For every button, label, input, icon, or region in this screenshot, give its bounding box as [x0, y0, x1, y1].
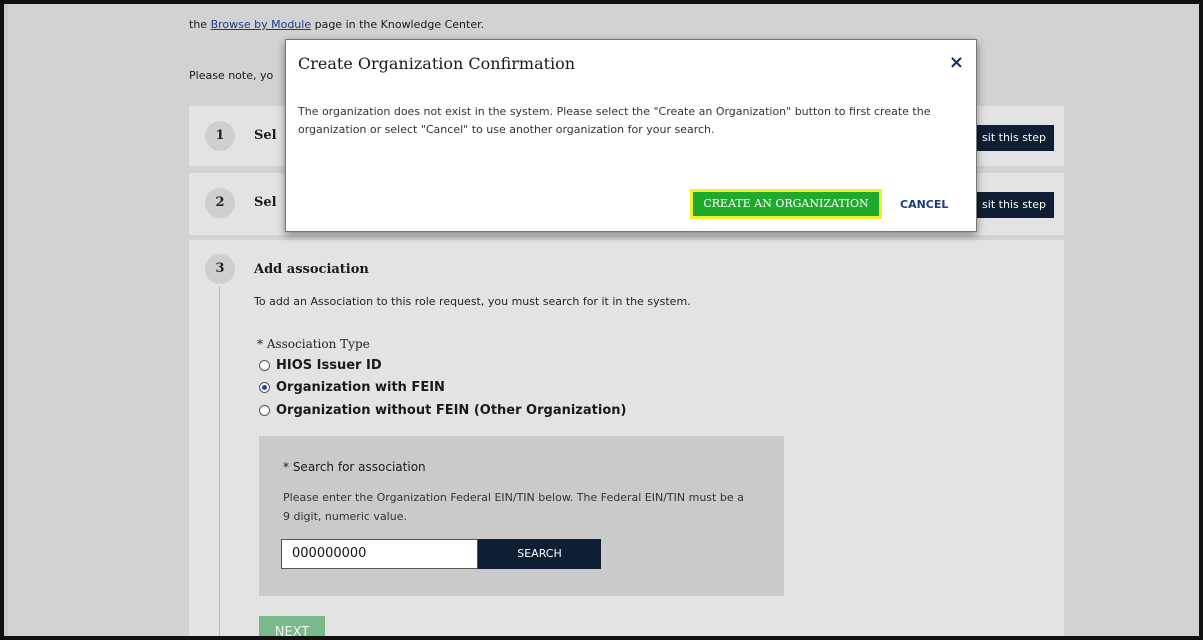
- intro-suffix: page in the Knowledge Center.: [311, 18, 485, 31]
- step-1-title: Sel: [254, 128, 277, 143]
- browse-by-module-link[interactable]: Browse by Module: [211, 18, 312, 31]
- search-association-box: * Search for association Please enter th…: [259, 436, 784, 596]
- step-1-number: 1: [205, 121, 235, 151]
- radio-label: Organization without FEIN (Other Organiz…: [276, 402, 627, 418]
- step-3-title: Add association: [254, 262, 369, 277]
- intro-text-line1: the Browse by Module page in the Knowled…: [189, 18, 484, 31]
- radio-hios-issuer-id[interactable]: HIOS Issuer ID: [259, 356, 382, 374]
- radio-button[interactable]: [259, 404, 270, 416]
- screenshot-frame: the Browse by Module page in the Knowled…: [0, 0, 1203, 640]
- modal-title: Create Organization Confirmation: [298, 54, 576, 73]
- create-organization-label: CREATE AN ORGANIZATION: [693, 192, 879, 216]
- intro-text-line2: Please note, yo: [189, 69, 274, 82]
- create-organization-modal: Create Organization Confirmation × The o…: [285, 39, 977, 232]
- create-organization-button[interactable]: CREATE AN ORGANIZATION: [690, 189, 882, 219]
- ein-search-input[interactable]: 000000000: [281, 539, 478, 569]
- radio-button-selected[interactable]: [259, 381, 270, 393]
- radio-button[interactable]: [259, 359, 270, 371]
- association-description: To add an Association to this role reque…: [254, 295, 691, 308]
- step-2-title: Sel: [254, 195, 277, 210]
- close-icon[interactable]: ×: [949, 52, 964, 73]
- radio-label: Organization with FEIN: [276, 379, 445, 395]
- radio-organization-without-fein[interactable]: Organization without FEIN (Other Organiz…: [259, 401, 626, 419]
- search-button[interactable]: SEARCH: [478, 539, 601, 569]
- radio-organization-with-fein[interactable]: Organization with FEIN: [259, 378, 445, 396]
- next-button[interactable]: NEXT: [259, 616, 325, 636]
- association-type-label: * Association Type: [257, 337, 370, 351]
- search-help-text: Please enter the Organization Federal EI…: [283, 491, 744, 523]
- modal-message: The organization does not exist in the s…: [298, 105, 931, 136]
- step-connector-line: [219, 286, 220, 636]
- intro-prefix: the: [189, 18, 211, 31]
- step-2-number: 2: [205, 188, 235, 218]
- step-3-panel: 3 Add association To add an Association …: [189, 240, 1064, 636]
- search-label: * Search for association: [283, 460, 426, 474]
- page-background: the Browse by Module page in the Knowled…: [8, 4, 1199, 636]
- radio-label: HIOS Issuer ID: [276, 357, 382, 373]
- cancel-button[interactable]: CANCEL: [900, 198, 948, 211]
- step-3-number: 3: [205, 254, 235, 284]
